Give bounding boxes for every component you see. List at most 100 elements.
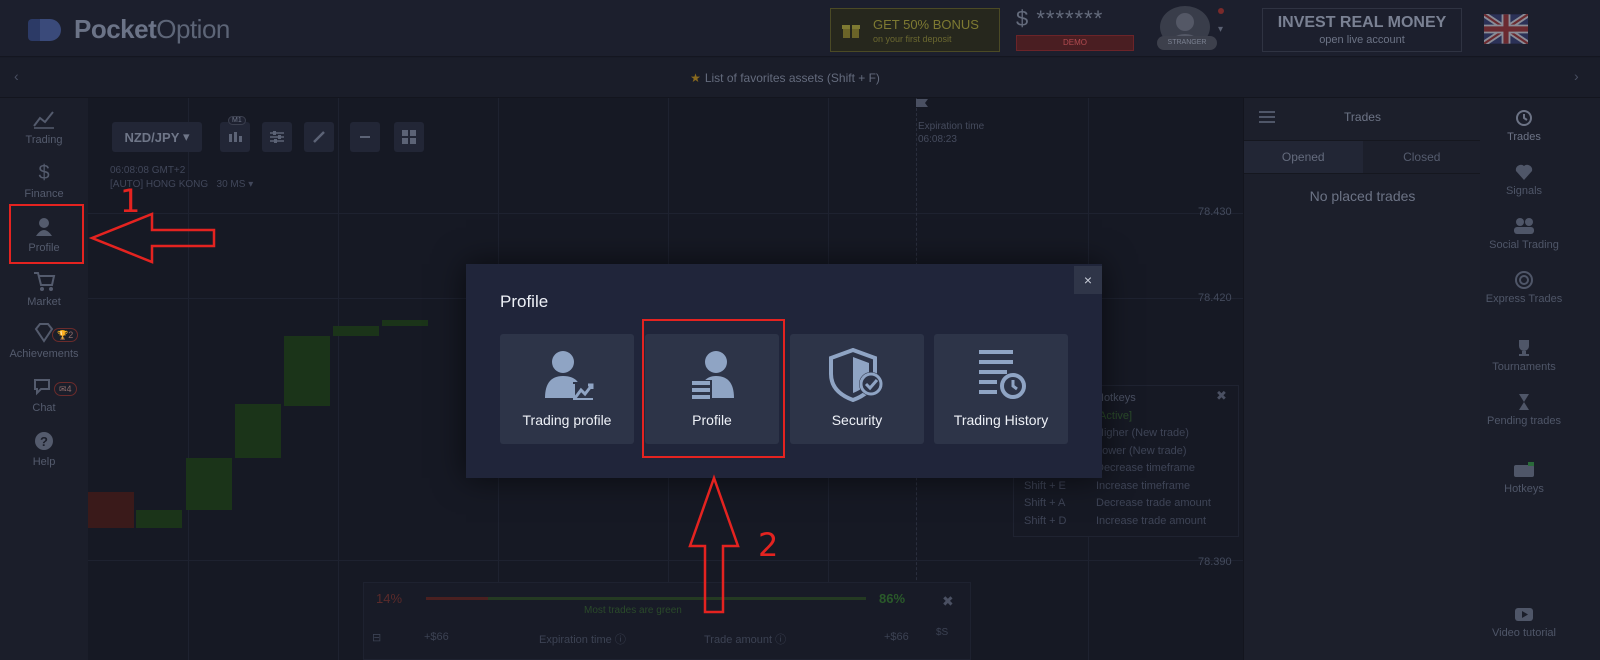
sentiment-bar xyxy=(426,597,866,600)
sidebar-item-hotkeys[interactable]: Hotkeys xyxy=(1480,460,1568,496)
logo-text: PocketOption xyxy=(74,14,230,44)
trophy-icon xyxy=(1519,340,1529,356)
period-selector[interactable]: 30 MS xyxy=(217,179,246,190)
invest-subtitle: open live account xyxy=(1319,34,1405,46)
layout-button[interactable] xyxy=(394,122,424,152)
balance-widget[interactable]: $ ******* DEMO xyxy=(1016,6,1136,51)
line-tool-button[interactable] xyxy=(350,122,380,152)
history-icon xyxy=(1516,110,1532,126)
tab-opened[interactable]: Opened xyxy=(1244,141,1363,173)
sidebar-item-finance[interactable]: $ Finance xyxy=(0,162,88,200)
annotation-arrow-up-icon xyxy=(688,474,740,614)
keyboard-icon xyxy=(1514,462,1534,477)
gift-icon xyxy=(842,25,860,38)
trading-history-tile[interactable]: Trading History xyxy=(934,334,1068,444)
logo-mark-icon xyxy=(28,18,61,41)
sidebar-item-express-trades[interactable]: Express Trades xyxy=(1480,270,1568,306)
chevron-right-icon[interactable]: › xyxy=(1574,68,1579,84)
favorites-hint[interactable]: ★ List of favorites assets (Shift + F) xyxy=(0,71,1570,85)
drawing-button[interactable] xyxy=(304,122,334,152)
candles-icon xyxy=(229,132,242,142)
asset-selector[interactable]: NZD/JPY ▾ xyxy=(112,122,202,152)
account-type-badge: DEMO xyxy=(1016,35,1134,51)
chat-icon xyxy=(34,379,50,396)
candle xyxy=(136,510,182,528)
minus-icon xyxy=(360,136,370,138)
expiration-time-label: Expiration time ⓘ xyxy=(539,634,626,646)
sidebar-item-help[interactable]: ? Help xyxy=(0,430,88,468)
left-amount: +$66 xyxy=(424,631,449,643)
grid-icon xyxy=(402,130,416,144)
indicators-button[interactable] xyxy=(262,122,292,152)
video-icon xyxy=(1515,608,1533,621)
hotkey-row: Shift + E Increase timeframe xyxy=(1024,479,1191,492)
annotation-arrow-left-icon xyxy=(88,212,216,264)
sidebar-item-chat[interactable]: Chat xyxy=(0,376,88,414)
invest-title: INVEST REAL MONEY xyxy=(1277,14,1447,31)
sidebar-item-trades[interactable]: Trades xyxy=(1480,108,1568,144)
grid-line xyxy=(88,560,1243,561)
trading-profile-icon xyxy=(545,351,594,400)
sidebar-item-video-tutorial[interactable]: Video tutorial xyxy=(1480,604,1568,640)
trades-panel: Trades Opened Closed No placed trades xyxy=(1243,98,1482,660)
achievements-badge: 🏆2 xyxy=(52,328,79,342)
brush-icon xyxy=(313,131,325,143)
chart-line-icon xyxy=(33,111,54,129)
close-icon[interactable]: ✖ xyxy=(942,593,954,610)
sentiment-low: 14% xyxy=(376,591,403,606)
expiration-time: 06:08:23 xyxy=(918,134,957,145)
logo[interactable]: PocketOption xyxy=(28,14,230,45)
balance-value: $ ******* xyxy=(1016,6,1104,31)
modal-title: Profile xyxy=(500,292,549,311)
chevron-down-icon[interactable]: ▾ xyxy=(1218,24,1223,35)
price-tick: 78.420 xyxy=(1198,292,1232,304)
sidebar-item-achievements[interactable]: Achievements xyxy=(0,322,88,360)
invest-real-money-button[interactable]: INVEST REAL MONEY open live account xyxy=(1262,8,1462,52)
security-tile[interactable]: Security xyxy=(790,334,924,444)
hotkey-row: Shift + D Increase trade amount xyxy=(1024,514,1207,527)
candle xyxy=(284,336,330,406)
empty-trades-message: No placed trades xyxy=(1309,188,1416,204)
tab-closed[interactable]: Closed xyxy=(1363,141,1482,173)
price-tick: 78.430 xyxy=(1198,206,1232,218)
notification-dot xyxy=(1218,8,1224,14)
server-time: 06:08:08 GMT+2 xyxy=(110,165,186,176)
sidebar-item-pending-trades[interactable]: Pending trades xyxy=(1480,392,1568,428)
top-bar: PocketOption GET 50% BONUS on your first… xyxy=(0,0,1600,57)
collapse-icon[interactable]: ⊟ xyxy=(372,631,381,644)
currency-toggle[interactable]: $S xyxy=(936,627,948,638)
sentiment-bar-red xyxy=(426,597,488,600)
candle xyxy=(235,404,281,458)
uk-flag-icon[interactable] xyxy=(1484,14,1528,44)
trading-history-icon xyxy=(979,350,1026,399)
candle xyxy=(88,492,134,528)
bonus-subtitle: on your first deposit xyxy=(873,33,952,44)
left-sidebar: Trading $ Finance Profile Market Achieve… xyxy=(0,98,88,660)
user-status-badge: STRANGER xyxy=(1157,36,1217,50)
trading-profile-tile[interactable]: Trading profile xyxy=(500,334,634,444)
trades-title: Trades xyxy=(1344,110,1381,124)
cart-icon xyxy=(34,272,56,291)
annotation-highlight-profile-nav xyxy=(9,204,84,264)
candle xyxy=(186,458,232,510)
trade-amount-label: Trade amount ⓘ xyxy=(704,634,787,646)
close-icon[interactable]: × xyxy=(1074,266,1102,294)
sidebar-item-tournaments[interactable]: Tournaments xyxy=(1480,338,1568,374)
tile-label: Trading History xyxy=(953,412,1049,428)
bonus-button[interactable]: GET 50% BONUS on your first deposit xyxy=(830,8,1000,52)
expiration-info: Expiration time 06:08:23 xyxy=(918,120,984,146)
sidebar-item-trading[interactable]: Trading xyxy=(0,108,88,146)
expiration-label: Expiration time xyxy=(918,121,985,132)
timeframe-button[interactable] xyxy=(220,122,250,152)
dollar-icon: $ xyxy=(38,162,50,184)
sidebar-item-signals[interactable]: Signals xyxy=(1480,162,1568,198)
right-sidebar: Trades Signals Social Trading Express Tr… xyxy=(1480,98,1600,660)
sentiment-high: 86% xyxy=(879,591,906,606)
hotkeys-close-icon[interactable]: ✖ xyxy=(1216,388,1227,404)
sidebar-item-market[interactable]: Market xyxy=(0,270,88,308)
sidebar-item-social-trading[interactable]: Social Trading xyxy=(1480,216,1568,252)
candle xyxy=(333,326,379,336)
grid-line xyxy=(338,98,339,660)
sliders-icon xyxy=(270,131,284,143)
candle xyxy=(382,320,428,326)
